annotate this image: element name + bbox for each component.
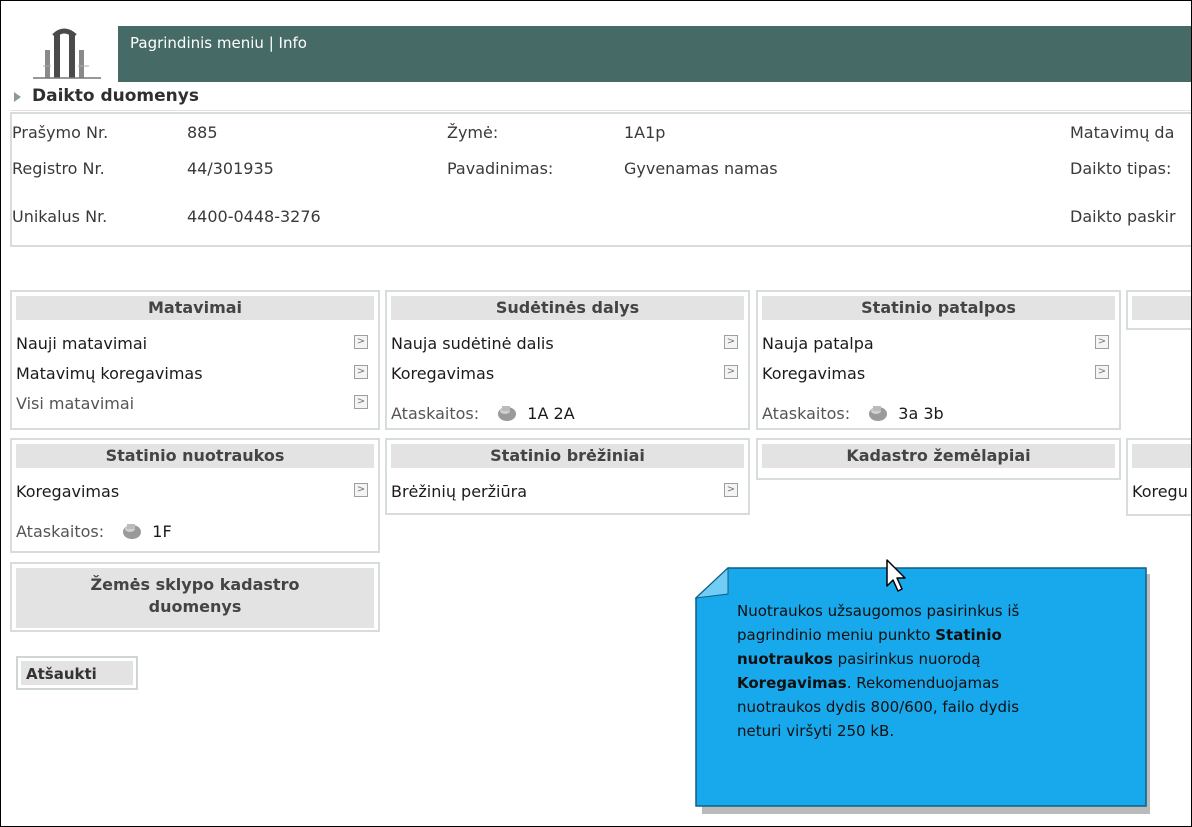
new-premise-link[interactable]: Nauja patalpa [762,334,874,353]
reports-label: Ataskaitos: [762,404,851,423]
panel-partial-right-2: Koregu [1126,438,1191,516]
arrow-right-icon[interactable]: > [354,365,368,379]
list-item[interactable]: Brėžinių peržiūra > [391,480,744,504]
panel-title: Kadastro žemėlapiai [762,444,1115,468]
panel-measurements: Matavimai Nauji matavimai > Matavimų kor… [10,290,380,430]
panel-land-plot: Žemės sklypo kadastro duomenys [10,562,380,632]
arrow-right-icon[interactable]: > [1095,335,1109,349]
name-value: Gyvenamas namas [624,159,778,178]
new-component-link[interactable]: Nauja sudėtinė dalis [391,334,554,353]
mark-value: 1A1p [624,123,666,142]
list-item[interactable]: Koregavimas > [762,362,1115,386]
mark-label: Žymė: [447,123,499,142]
measurement-date-label: Matavimų da [1070,123,1175,142]
tip-line-2: pagrindinio meniu punkto [737,626,936,644]
edit-measurements-link[interactable]: Matavimų koregavimas [16,364,203,383]
new-measurements-link[interactable]: Nauji matavimai [16,334,147,353]
unique-no-label: Unikalus Nr. [12,207,108,226]
panel-title: Žemės sklypo kadastro duomenys [16,568,374,628]
panel-title [1132,444,1191,468]
reports-row: Ataskaitos: 3a 3b [762,404,944,423]
object-purpose-label: Daikto paskir [1070,207,1176,226]
printer-icon[interactable] [496,404,518,422]
tip-line-6: neturi viršyti 250 kB. [737,722,895,740]
reports-row: Ataskaitos: 1A 2A [391,404,575,423]
tip-bold-3: Koregavimas [737,674,847,692]
arrow-right-icon[interactable]: > [724,365,738,379]
panel-drawings: Statinio brėžiniai Brėžinių peržiūra > [385,438,750,515]
building-logo-icon [33,28,101,79]
arrow-right-icon[interactable]: > [354,483,368,497]
tip-line-1: Nuotraukos užsaugomos pasirinkus iš [737,602,1020,620]
printer-icon[interactable] [121,522,143,540]
name-label: Pavadinimas: [447,159,554,178]
land-plot-title-line1: Žemės sklypo kadastro [90,575,300,594]
edit-premises-link[interactable]: Koregavimas [762,364,865,383]
panel-title: Matavimai [16,296,374,320]
list-item[interactable]: Koregavimas > [16,480,374,504]
list-item[interactable]: Nauja sudėtinė dalis > [391,332,744,356]
arrow-right-icon[interactable]: > [724,335,738,349]
land-plot-title-line2: duomenys [148,597,242,616]
panel-title: Statinio patalpos [762,296,1115,320]
main-menu-bar: Pagrindinis meniu | Info [118,26,1191,82]
main-menu-link[interactable]: Pagrindinis meniu [130,34,264,52]
list-item[interactable]: Koregu [1132,480,1191,504]
panel-title: Statinio brėžiniai [391,444,744,468]
list-item[interactable]: Nauja patalpa > [762,332,1115,356]
list-item[interactable]: Matavimų koregavimas > [16,362,374,386]
tip-line-5: nuotraukos dydis 800/600, failo dydis [737,698,1020,716]
panel-components: Sudėtinės dalys Nauja sudėtinė dalis > K… [385,290,750,430]
app-window: Pagrindinis meniu | Info Daikto duomenys… [0,0,1192,827]
panel-premises: Statinio patalpos Nauja patalpa > Korega… [756,290,1121,430]
list-item[interactable]: Visi matavimai > [16,392,374,416]
panel-partial-right [1126,290,1191,330]
list-item[interactable]: Koregavimas > [391,362,744,386]
mouse-cursor-icon [886,559,906,592]
info-link[interactable]: Info [279,34,307,52]
request-no-label: Prašymo Nr. [12,123,109,142]
edit-photos-link[interactable]: Koregavimas [16,482,119,501]
reports-links[interactable]: 3a 3b [898,404,943,423]
all-measurements-link[interactable]: Visi matavimai [16,394,134,413]
request-no-value: 885 [187,123,218,142]
top-bar: Pagrindinis meniu | Info [10,26,1191,82]
callout-text: Nuotraukos užsaugomos pasirinkus iš pagr… [737,599,1137,743]
panel-title [1132,296,1191,320]
section-header: Daikto duomenys [10,84,1191,111]
menu-separator: | [268,34,274,52]
edit-link[interactable]: Koregu [1132,482,1188,501]
panel-title: Statinio nuotraukos [16,444,374,468]
tip-line-3: pasirinkus nuorodą [832,650,981,668]
cancel-button-frame: Atšaukti [16,656,138,690]
arrow-right-icon[interactable]: > [354,335,368,349]
tip-bold-1: Statinio [935,626,1002,644]
triangle-icon [14,92,21,102]
arrow-right-icon[interactable]: > [724,483,738,497]
panel-title: Sudėtinės dalys [391,296,744,320]
unique-no-value: 4400-0448-3276 [187,207,321,226]
list-item[interactable]: Nauji matavimai > [16,332,374,356]
arrow-right-icon[interactable]: > [1095,365,1109,379]
register-no-label: Registro Nr. [12,159,105,178]
cancel-button[interactable]: Atšaukti [21,661,133,685]
reports-label: Ataskaitos: [391,404,480,423]
register-no-value: 44/301935 [187,159,274,178]
panel-photos: Statinio nuotraukos Koregavimas > Ataska… [10,438,380,553]
printer-icon[interactable] [867,404,889,422]
edit-components-link[interactable]: Koregavimas [391,364,494,383]
tip-line-4: . Rekomenduojamas [846,674,1000,692]
object-info-box: Prašymo Nr. 885 Registro Nr. 44/301935 U… [10,112,1191,247]
object-type-label: Daikto tipas: [1070,159,1172,178]
panel-cadastre-maps: Kadastro žemėlapiai [756,438,1121,480]
drawings-view-link[interactable]: Brėžinių peržiūra [391,482,527,501]
tip-bold-2: nuotraukos [737,650,833,668]
section-title: Daikto duomenys [32,86,199,106]
reports-links[interactable]: 1A 2A [527,404,574,423]
reports-label: Ataskaitos: [16,522,105,541]
reports-links[interactable]: 1F [152,522,171,541]
reports-row: Ataskaitos: 1F [16,522,172,541]
arrow-right-icon[interactable]: > [354,395,368,409]
